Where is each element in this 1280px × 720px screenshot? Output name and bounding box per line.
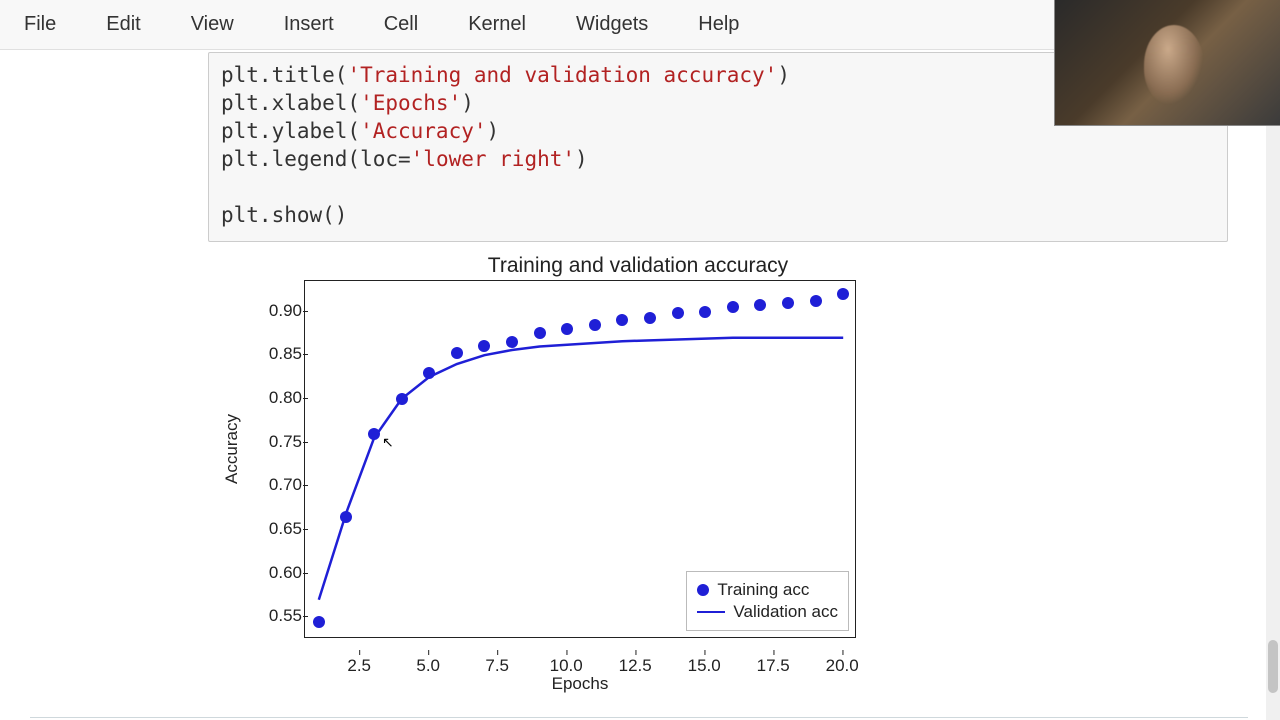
training-point (561, 323, 573, 335)
xtick: 2.5 (347, 656, 371, 676)
training-point (451, 347, 463, 359)
xtick: 15.0 (688, 656, 721, 676)
training-point (340, 511, 352, 523)
menu-kernel[interactable]: Kernel (454, 9, 540, 40)
legend-marker-validation-icon (697, 611, 725, 614)
cell-divider (30, 717, 1248, 718)
training-point (727, 301, 739, 313)
ytick: 0.85 (258, 344, 302, 364)
plot-title: Training and validation accuracy (208, 254, 1068, 278)
webcam-overlay (1054, 0, 1280, 126)
xtick: 5.0 (416, 656, 440, 676)
plot-axes: Training acc Validation acc (304, 280, 856, 638)
training-point (837, 288, 849, 300)
menu-file[interactable]: File (10, 9, 70, 40)
legend-label-validation: Validation acc (733, 602, 838, 622)
notebook-area[interactable]: plt.title('Training and validation accur… (0, 50, 1280, 720)
plot-output: Training and validation accuracy Accurac… (208, 254, 1068, 694)
menu-help[interactable]: Help (684, 9, 753, 40)
xtick: 17.5 (757, 656, 790, 676)
legend-label-training: Training acc (717, 580, 809, 600)
scroll-thumb[interactable] (1268, 640, 1278, 694)
xtick: 20.0 (826, 656, 859, 676)
training-point (506, 336, 518, 348)
training-point (396, 393, 408, 405)
training-point (313, 616, 325, 628)
menu-edit[interactable]: Edit (92, 9, 154, 40)
plot-xlabel: Epochs (304, 674, 856, 694)
training-point (699, 306, 711, 318)
training-point (782, 297, 794, 309)
ytick: 0.55 (258, 606, 302, 626)
ytick: 0.60 (258, 563, 302, 583)
training-point (754, 299, 766, 311)
xtick: 12.5 (619, 656, 652, 676)
menu-view[interactable]: View (177, 9, 248, 40)
output-cell-row: Training and validation accuracy Accurac… (0, 242, 1280, 694)
training-point (810, 295, 822, 307)
plot-ylabel: Accuracy (222, 414, 242, 484)
ytick: 0.90 (258, 301, 302, 321)
training-point (478, 340, 490, 352)
menu-insert[interactable]: Insert (270, 9, 348, 40)
training-point (589, 319, 601, 331)
training-point (644, 312, 656, 324)
xtick: 7.5 (485, 656, 509, 676)
menu-cell[interactable]: Cell (370, 9, 432, 40)
training-point (672, 307, 684, 319)
ytick: 0.65 (258, 519, 302, 539)
plot-legend: Training acc Validation acc (686, 571, 849, 631)
training-point (616, 314, 628, 326)
ytick: 0.75 (258, 432, 302, 452)
training-point (534, 327, 546, 339)
training-point (368, 428, 380, 440)
menu-widgets[interactable]: Widgets (562, 9, 662, 40)
legend-marker-training-icon (697, 584, 709, 596)
ytick: 0.80 (258, 388, 302, 408)
validation-line (319, 338, 843, 600)
ytick: 0.70 (258, 475, 302, 495)
scrollbar[interactable] (1266, 50, 1280, 720)
training-point (423, 367, 435, 379)
xtick: 10.0 (550, 656, 583, 676)
